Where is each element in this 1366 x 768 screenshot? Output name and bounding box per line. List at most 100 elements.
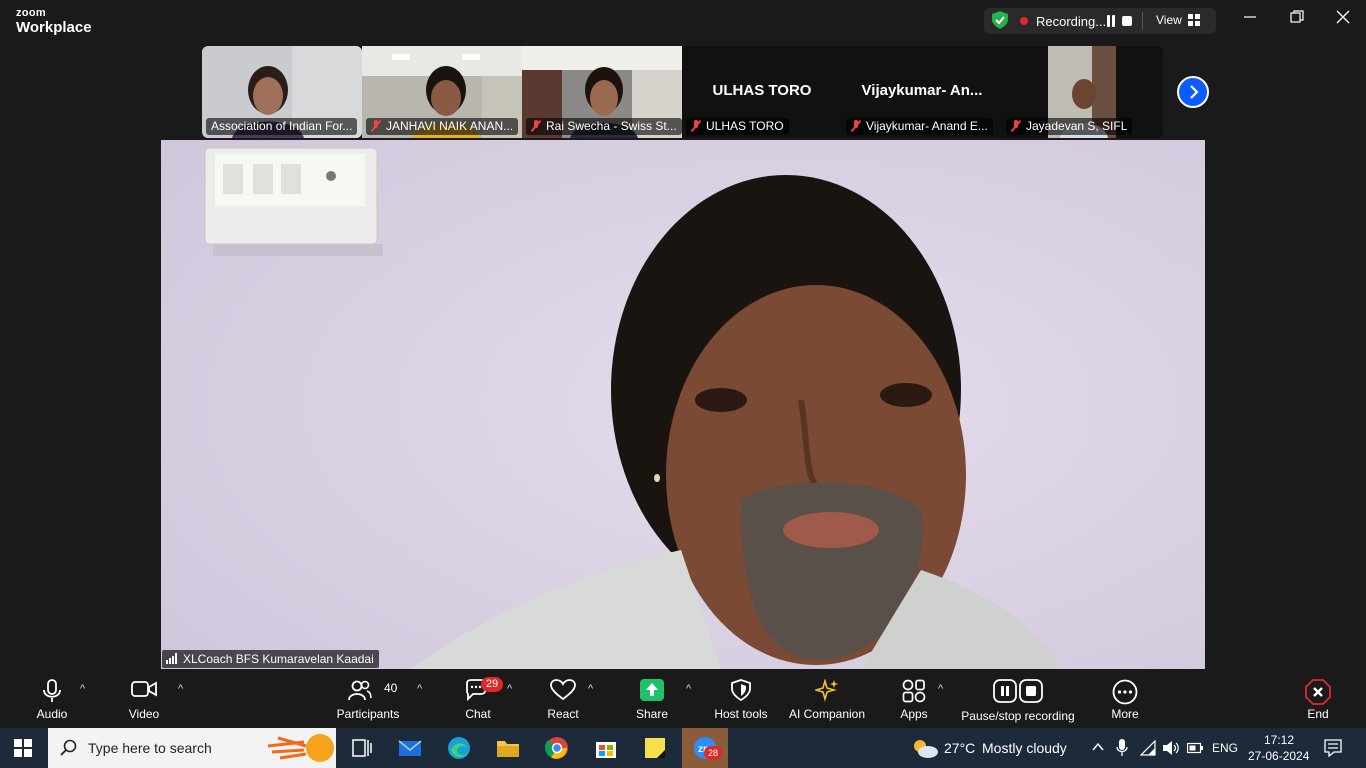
active-speaker-name-tag: XLCoach BFS Kumaravelan Kaadai xyxy=(162,650,379,668)
apps-label: Apps xyxy=(900,707,928,721)
logo-zoom-text: zoom xyxy=(16,7,46,19)
apps-options-caret-icon[interactable]: ^ xyxy=(938,683,943,695)
participant-name: ULHAS TORO xyxy=(686,118,789,135)
stop-recording-icon[interactable] xyxy=(1122,16,1132,26)
minimize-icon[interactable] xyxy=(1240,10,1260,30)
end-meeting-icon xyxy=(1305,679,1331,705)
task-view-icon[interactable] xyxy=(350,736,374,760)
host-tools-button[interactable]: Host tools xyxy=(708,669,774,728)
close-icon[interactable] xyxy=(1333,10,1353,30)
network-icon[interactable] xyxy=(1140,740,1156,756)
react-label: React xyxy=(547,707,579,721)
weather-cloudy-icon[interactable] xyxy=(910,736,940,760)
microphone-tray-icon[interactable] xyxy=(1116,739,1128,757)
share-options-caret-icon[interactable]: ^ xyxy=(686,683,691,695)
participant-tile[interactable]: Association of Indian For... xyxy=(202,46,362,138)
participants-button[interactable]: Participants xyxy=(334,669,402,728)
participant-tile[interactable]: Jayadevan S, SIFL xyxy=(1002,46,1162,138)
more-button[interactable]: More xyxy=(1096,669,1154,728)
view-button[interactable]: View xyxy=(1156,13,1182,27)
shield-check-icon[interactable] xyxy=(992,11,1008,29)
grid-icon[interactable] xyxy=(1188,14,1200,26)
search-highlight-sun-icon xyxy=(268,734,334,762)
react-options-caret-icon[interactable]: ^ xyxy=(588,683,593,695)
zoom-taskbar-button[interactable]: zm 28 xyxy=(682,728,728,768)
share-button[interactable]: Share xyxy=(622,669,682,728)
audio-button[interactable]: Audio xyxy=(22,669,82,728)
participants-icon xyxy=(348,680,372,701)
battery-icon[interactable] xyxy=(1187,742,1203,754)
chrome-browser-icon[interactable] xyxy=(545,736,569,760)
participant-name: JANHAVI NAIK ANAN... xyxy=(366,118,519,135)
end-meeting-button[interactable]: End xyxy=(1292,669,1344,728)
participant-tile[interactable]: Rai Swecha - Swiss St... xyxy=(522,46,682,138)
ai-companion-button[interactable]: AI Companion xyxy=(786,669,868,728)
microphone-icon xyxy=(43,679,61,702)
chevron-right-icon xyxy=(1190,85,1199,99)
pause-stop-recording-button[interactable]: Pause/stop recording xyxy=(958,669,1078,728)
windows-taskbar: Type here to search zm 28 27°C Mo xyxy=(0,728,1366,768)
divider xyxy=(1142,12,1143,30)
shield-icon xyxy=(731,679,751,701)
taskbar-search-box[interactable]: Type here to search xyxy=(48,728,336,768)
chat-label: Chat xyxy=(465,707,491,721)
logo-workplace-text: Workplace xyxy=(16,19,92,36)
next-page-button[interactable] xyxy=(1177,76,1209,108)
windows-start-icon[interactable] xyxy=(14,739,32,757)
zoom-notification-badge: 28 xyxy=(704,746,722,760)
weather-condition[interactable]: Mostly cloudy xyxy=(982,740,1067,756)
participant-name: Association of Indian For... xyxy=(206,118,358,135)
participant-display-name: Vijaykumar- An... xyxy=(861,82,983,99)
end-label: End xyxy=(1307,707,1329,721)
participant-tile[interactable]: Vijaykumar- An... Vijaykumar- Anand E... xyxy=(842,46,1002,138)
restore-icon[interactable] xyxy=(1287,10,1307,30)
participant-tile[interactable]: ULHAS TORO ULHAS TORO xyxy=(682,46,842,138)
clock-time[interactable]: 17:12 xyxy=(1264,733,1294,747)
mail-icon[interactable] xyxy=(398,736,422,760)
heart-icon xyxy=(550,679,576,701)
chat-options-caret-icon[interactable]: ^ xyxy=(507,683,512,695)
notification-center-icon[interactable] xyxy=(1324,739,1342,757)
more-options-icon xyxy=(1112,679,1138,705)
clock-date[interactable]: 27-06-2024 xyxy=(1248,749,1309,763)
participant-tile[interactable]: JANHAVI NAIK ANAN... xyxy=(362,46,522,138)
participant-name: Rai Swecha - Swiss St... xyxy=(526,118,682,135)
sparkle-icon xyxy=(815,679,838,702)
share-screen-icon xyxy=(640,679,664,701)
microsoft-store-icon[interactable] xyxy=(594,736,618,760)
show-hidden-icons-chevron-up-icon[interactable] xyxy=(1092,742,1104,752)
video-camera-icon xyxy=(131,681,157,697)
video-button[interactable]: Video xyxy=(114,669,174,728)
ai-companion-label: AI Companion xyxy=(788,707,866,721)
apps-icon xyxy=(902,679,926,703)
video-options-caret-icon[interactable]: ^ xyxy=(178,683,183,695)
participant-name: Jayadevan S, SIFL xyxy=(1006,118,1133,135)
pause-recording-icon[interactable] xyxy=(1106,15,1116,27)
zoom-logo: zoom Workplace xyxy=(16,7,92,36)
weather-temperature[interactable]: 27°C xyxy=(944,740,975,756)
volume-icon[interactable] xyxy=(1162,740,1180,756)
host-tools-label: Host tools xyxy=(714,707,768,721)
pause-stop-recording-icon xyxy=(993,679,1043,703)
meeting-toolbar: Audio ^ Video ^ Participants 40 ^ Chat 2… xyxy=(0,669,1366,728)
input-language[interactable]: ENG xyxy=(1212,741,1238,755)
mic-muted-icon xyxy=(691,120,701,132)
edge-browser-icon[interactable] xyxy=(447,736,471,760)
search-placeholder: Type here to search xyxy=(88,740,212,756)
pause-stop-recording-label: Pause/stop recording xyxy=(961,709,1075,723)
more-label: More xyxy=(1111,707,1139,721)
participant-display-name: ULHAS TORO xyxy=(712,82,812,99)
audio-options-caret-icon[interactable]: ^ xyxy=(80,683,85,695)
react-button[interactable]: React xyxy=(534,669,592,728)
participants-options-caret-icon[interactable]: ^ xyxy=(417,683,422,695)
title-bar: zoom Workplace Recording... View xyxy=(0,0,1366,44)
video-label: Video xyxy=(128,707,160,721)
mic-muted-icon xyxy=(371,120,381,132)
file-explorer-icon[interactable] xyxy=(496,736,520,760)
recording-status: Recording... xyxy=(1036,14,1107,29)
apps-button[interactable]: Apps xyxy=(884,669,944,728)
sticky-notes-icon[interactable] xyxy=(643,736,667,760)
signal-strength-icon xyxy=(166,653,179,664)
mic-muted-icon xyxy=(531,120,541,132)
audio-label: Audio xyxy=(36,707,68,721)
